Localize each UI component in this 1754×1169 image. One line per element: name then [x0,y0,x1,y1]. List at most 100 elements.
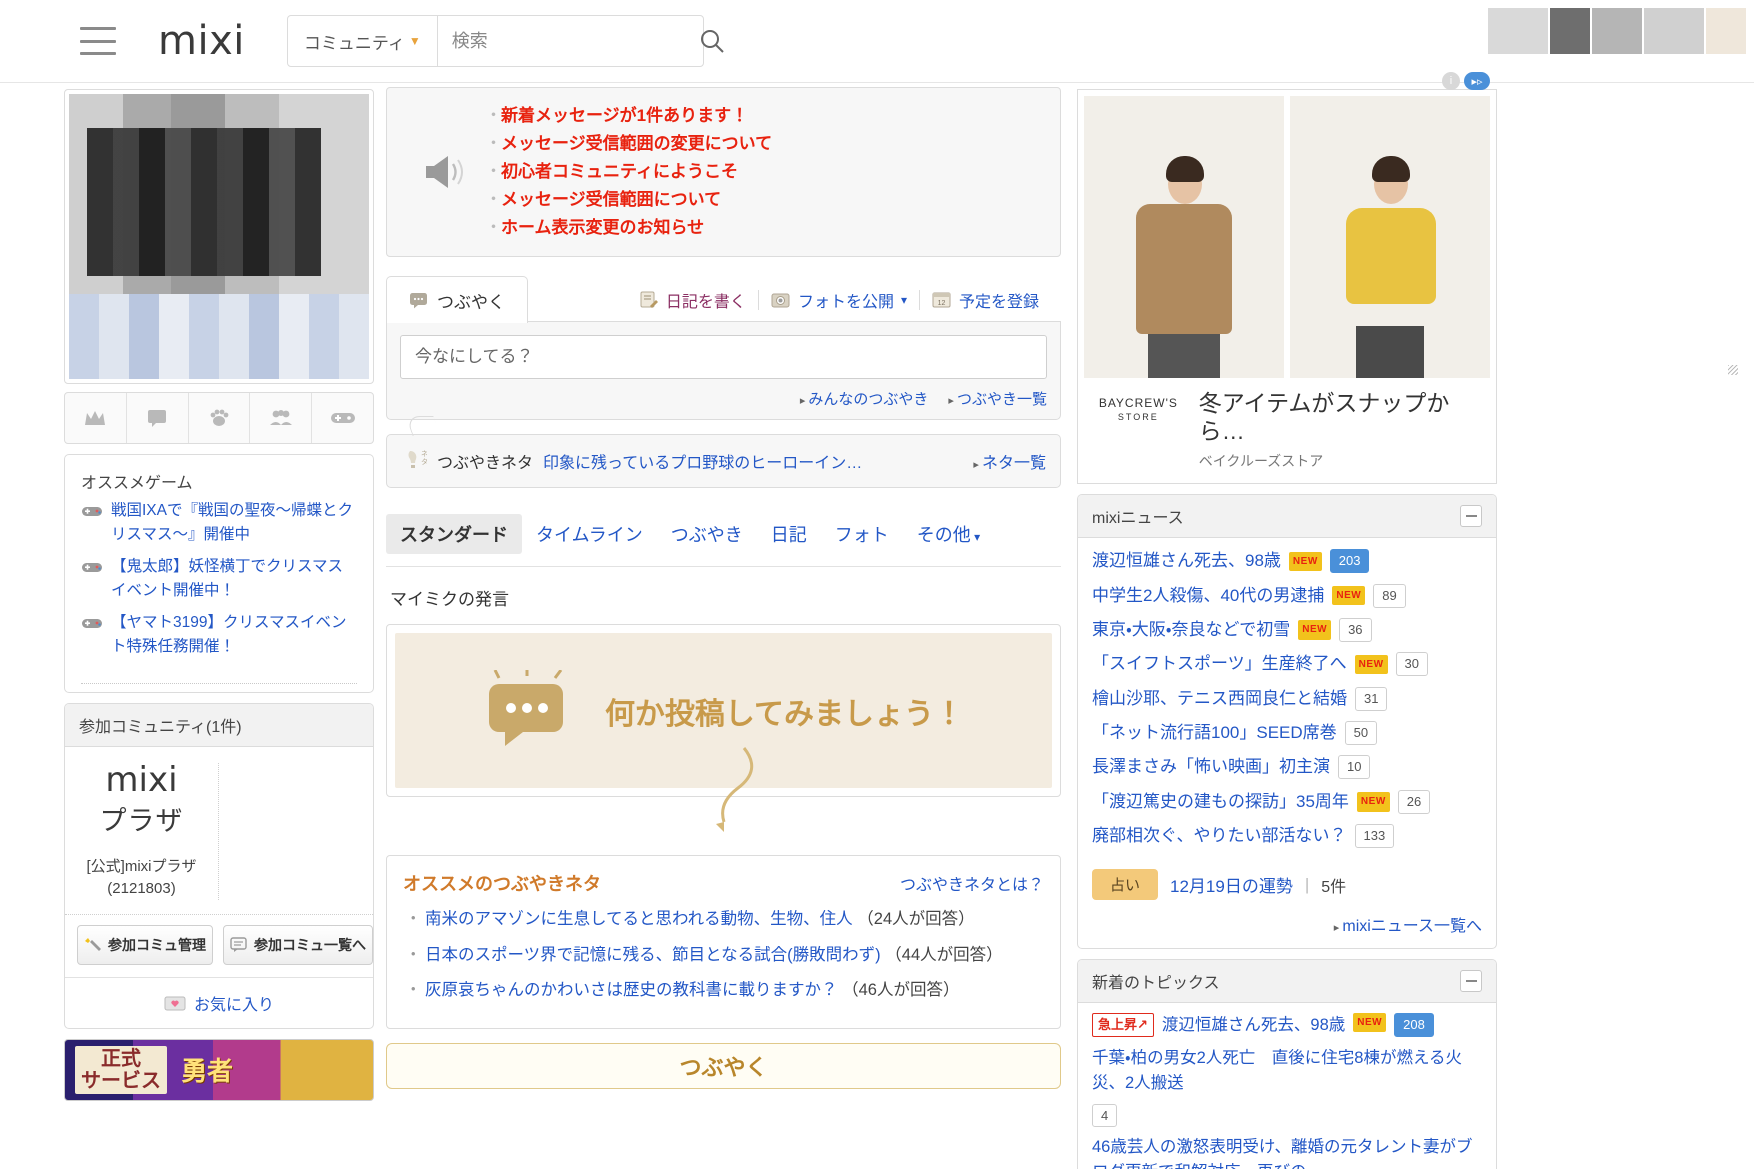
news-title: 東京・大阪・奈良などで初雪 [1092,619,1291,639]
empty-feed-text: 何か投稿してみましょう！ [604,697,965,731]
game-icon [81,558,103,603]
list-item[interactable]: 東京・大阪・奈良などで初雪 NEW 36 [1092,617,1482,643]
list-item[interactable]: 戦国IXAで『戦国の聖夜〜帰蝶とクリスマス〜』開催中 [81,499,357,547]
community-logo-sub: プラザ [99,806,184,837]
ad-headline: 冬アイテムがスナップから… [1198,390,1450,444]
notice-item[interactable]: ホーム表示変更のお知らせ [485,214,772,242]
paw-icon[interactable] [189,393,251,443]
tab-timeline[interactable]: タイムライン [522,514,657,554]
calendar-icon: 12 [932,292,951,308]
hamburger-icon[interactable] [80,27,116,55]
game-icon [81,614,103,659]
list-item[interactable]: 中学生2人殺傷、40代の男逮捕 NEW 89 [1092,583,1482,609]
tsubuyaki-list-link[interactable]: つぶやき一覧 [948,388,1047,409]
neta-answer-count: （44人が回答） [885,945,1003,964]
trending-badge: 急上昇↗ [1092,1013,1154,1037]
bottom-tsubuyaku-card[interactable]: つぶやく [386,1043,1061,1090]
notice-list: 新着メッセージが1件あります！ メッセージ受信範囲の変更について 初心者コミュニ… [485,102,772,242]
publish-photo-button[interactable]: フォトを公開 ▾ [759,288,919,312]
list-item[interactable]: 「スイフトスポーツ」生産終了へ NEW 30 [1092,651,1482,677]
search-input[interactable] [437,16,698,66]
register-schedule-button[interactable]: 12 予定を登録 [920,288,1051,312]
write-diary-label: 日記を書く [665,294,746,312]
game-ad-banner[interactable]: 正式 サービス 勇者 [64,1038,374,1101]
manage-communities-button[interactable]: 参加コミュ管理 [77,924,213,965]
neta-suggestion-link[interactable]: 南米のアマゾンに生息してると思われる動物、生物、住人 [425,910,853,928]
mixi-news-header: mixiニュース [1078,495,1496,539]
community-card[interactable]: mixi プラザ [公式]mixiプラザ (2121803) [65,763,219,900]
page-body: オススメゲーム 戦国IXAで『戦国の聖夜〜帰蝶とクリスマス〜』開催中 【鬼太郎】… [0,72,1754,1169]
news-count-badge: 203 [1329,549,1370,574]
what-is-neta-link[interactable]: つぶやきネタとは？ [900,871,1044,895]
empty-feed-card: 何か投稿してみましょう！ [386,624,1061,833]
list-item[interactable]: 「ネット流行語100」SEED席巻 50 [1092,720,1482,746]
list-item-label: 【鬼太郎】妖怪横丁でクリスマスイベント開催中！ [111,558,344,600]
write-diary-button[interactable]: 日記を書く [627,288,758,312]
tab-photo[interactable]: フォト [821,514,903,554]
tab-tsubuyaku-label: つぶやく [437,293,505,313]
list-item[interactable]: 【鬼太郎】妖怪横丁でクリスマスイベント開催中！ [81,555,357,603]
mixi-logo[interactable]: mixi [158,18,245,64]
news-more-row: mixiニュース一覧へ [1078,904,1496,948]
profile-card[interactable] [64,89,374,384]
neta-suggestion-link[interactable]: 日本のスポーツ界で記憶に残る、節目となる試合(勝敗問わず) [425,946,881,964]
ad-panel[interactable]: i ▸▹ BAYCREW'S STORE 冬アイテムがスナップから… ベイクルー… [1077,72,1497,485]
crown-icon[interactable] [65,393,127,443]
notice-item[interactable]: 初心者コミュニティにようこそ [485,158,772,186]
search-button[interactable] [698,16,726,66]
neta-text[interactable]: 印象に残っているプロ野球のヒーローイン… [543,449,862,473]
community-list-button[interactable]: 参加コミュ一覧へ [223,924,373,965]
list-item[interactable]: 46歳芸人の激怒表明受け、離婚の元タレント妻がブログ更新で和解対応…再びの… 3 [1092,1135,1482,1169]
megaphone-icon [405,152,485,192]
tsubuyaki-input[interactable] [400,335,1047,380]
mixi-news-all-link[interactable]: mixiニュース一覧へ [1334,918,1482,935]
adchoices-icon[interactable]: ▸▹ [1464,72,1490,90]
list-item[interactable]: 急上昇↗ 渡辺恒雄さん死去、98歳 NEW 208 [1092,1013,1482,1038]
ad-images [1078,90,1496,384]
header-user-area[interactable] [1488,8,1746,54]
news-count-badge: 50 [1344,721,1378,746]
resize-handle[interactable] [1728,365,1738,376]
news-title: 長澤まさみ「怖い映画」初主演 [1092,757,1330,777]
list-item[interactable]: 渡辺恒雄さん死去、98歳 NEW 203 [1092,548,1482,574]
neta-suggestions-panel: オススメのつぶやきネタ つぶやきネタとは？ 南米のアマゾンに生息してると思われる… [386,855,1061,1030]
game-icon[interactable] [312,393,373,443]
tab-standard[interactable]: スタンダード [386,514,522,555]
tab-tsubuyaki[interactable]: つぶやき [657,514,757,554]
tab-other[interactable]: その他 [903,514,994,554]
neta-list-link[interactable]: ネタ一覧 [973,449,1046,473]
lightbulb-icon: ネ タ [408,450,427,469]
svg-text:タ: タ [421,457,427,466]
tab-tsubuyaku[interactable]: つぶやく [386,276,528,324]
list-item[interactable]: 檜山沙耶、テニス西岡良仁と結婚 31 [1092,686,1482,712]
list-item[interactable]: 【ヤマト3199】クリスマスイベント特殊任務開催！ [81,611,357,659]
fortune-link[interactable]: 12月19日の運勢 [1170,872,1293,897]
list-item[interactable]: 長澤まさみ「怖い映画」初主演 10 [1092,754,1482,780]
new-topics-header: 新着のトピックス [1078,960,1496,1004]
community-buttons: 参加コミュ管理 参加コミュ一覧へ [65,913,373,977]
info-icon[interactable]: i [1442,72,1460,90]
list-item[interactable]: 廃部相次ぐ、やりたい部活ない？ 133 [1092,823,1482,849]
divider: | [1304,874,1310,894]
favorites-row[interactable]: お気に入り [65,976,373,1028]
neta-suggestion-link[interactable]: 灰原哀ちゃんのかわいさは歴史の教科書に載りますか？ [425,981,838,999]
news-title: 「渡辺篤史の建もの探訪」35周年 [1092,791,1349,811]
ad-text: BAYCREW'S STORE 冬アイテムがスナップから… ベイクルーズストア [1078,384,1496,483]
notice-item[interactable]: 新着メッセージが1件あります！ [485,102,772,130]
people-icon[interactable] [250,393,313,443]
notice-item[interactable]: メッセージ受信範囲の変更について [485,130,772,158]
community-logo-text: mixi [105,760,178,801]
minimize-icon[interactable] [1460,970,1482,993]
list-item[interactable]: 千葉・柏の男女2人死亡 直後に住宅8棟が燃える火災、2人搬送 4 [1092,1046,1482,1128]
tab-diary[interactable]: 日記 [757,514,821,554]
fortune-row[interactable]: 占い 12月19日の運勢 | 5件 [1078,863,1496,904]
minimize-icon[interactable] [1460,505,1482,528]
search-icon [700,30,724,53]
comment-icon[interactable] [127,393,189,443]
search-category-select[interactable]: コミュニティ ▼ [288,16,438,66]
list-item[interactable]: 「渡辺篤史の建もの探訪」35周年 NEW 26 [1092,789,1482,815]
notice-item[interactable]: メッセージ受信範囲について [485,186,772,214]
everyones-tsubuyaki-link[interactable]: みんなのつぶやき [800,388,928,409]
recommended-games-list: 戦国IXAで『戦国の聖夜〜帰蝶とクリスマス〜』開催中 【鬼太郎】妖怪横丁でクリス… [65,499,373,681]
fortune-count: 5件 [1321,878,1347,896]
